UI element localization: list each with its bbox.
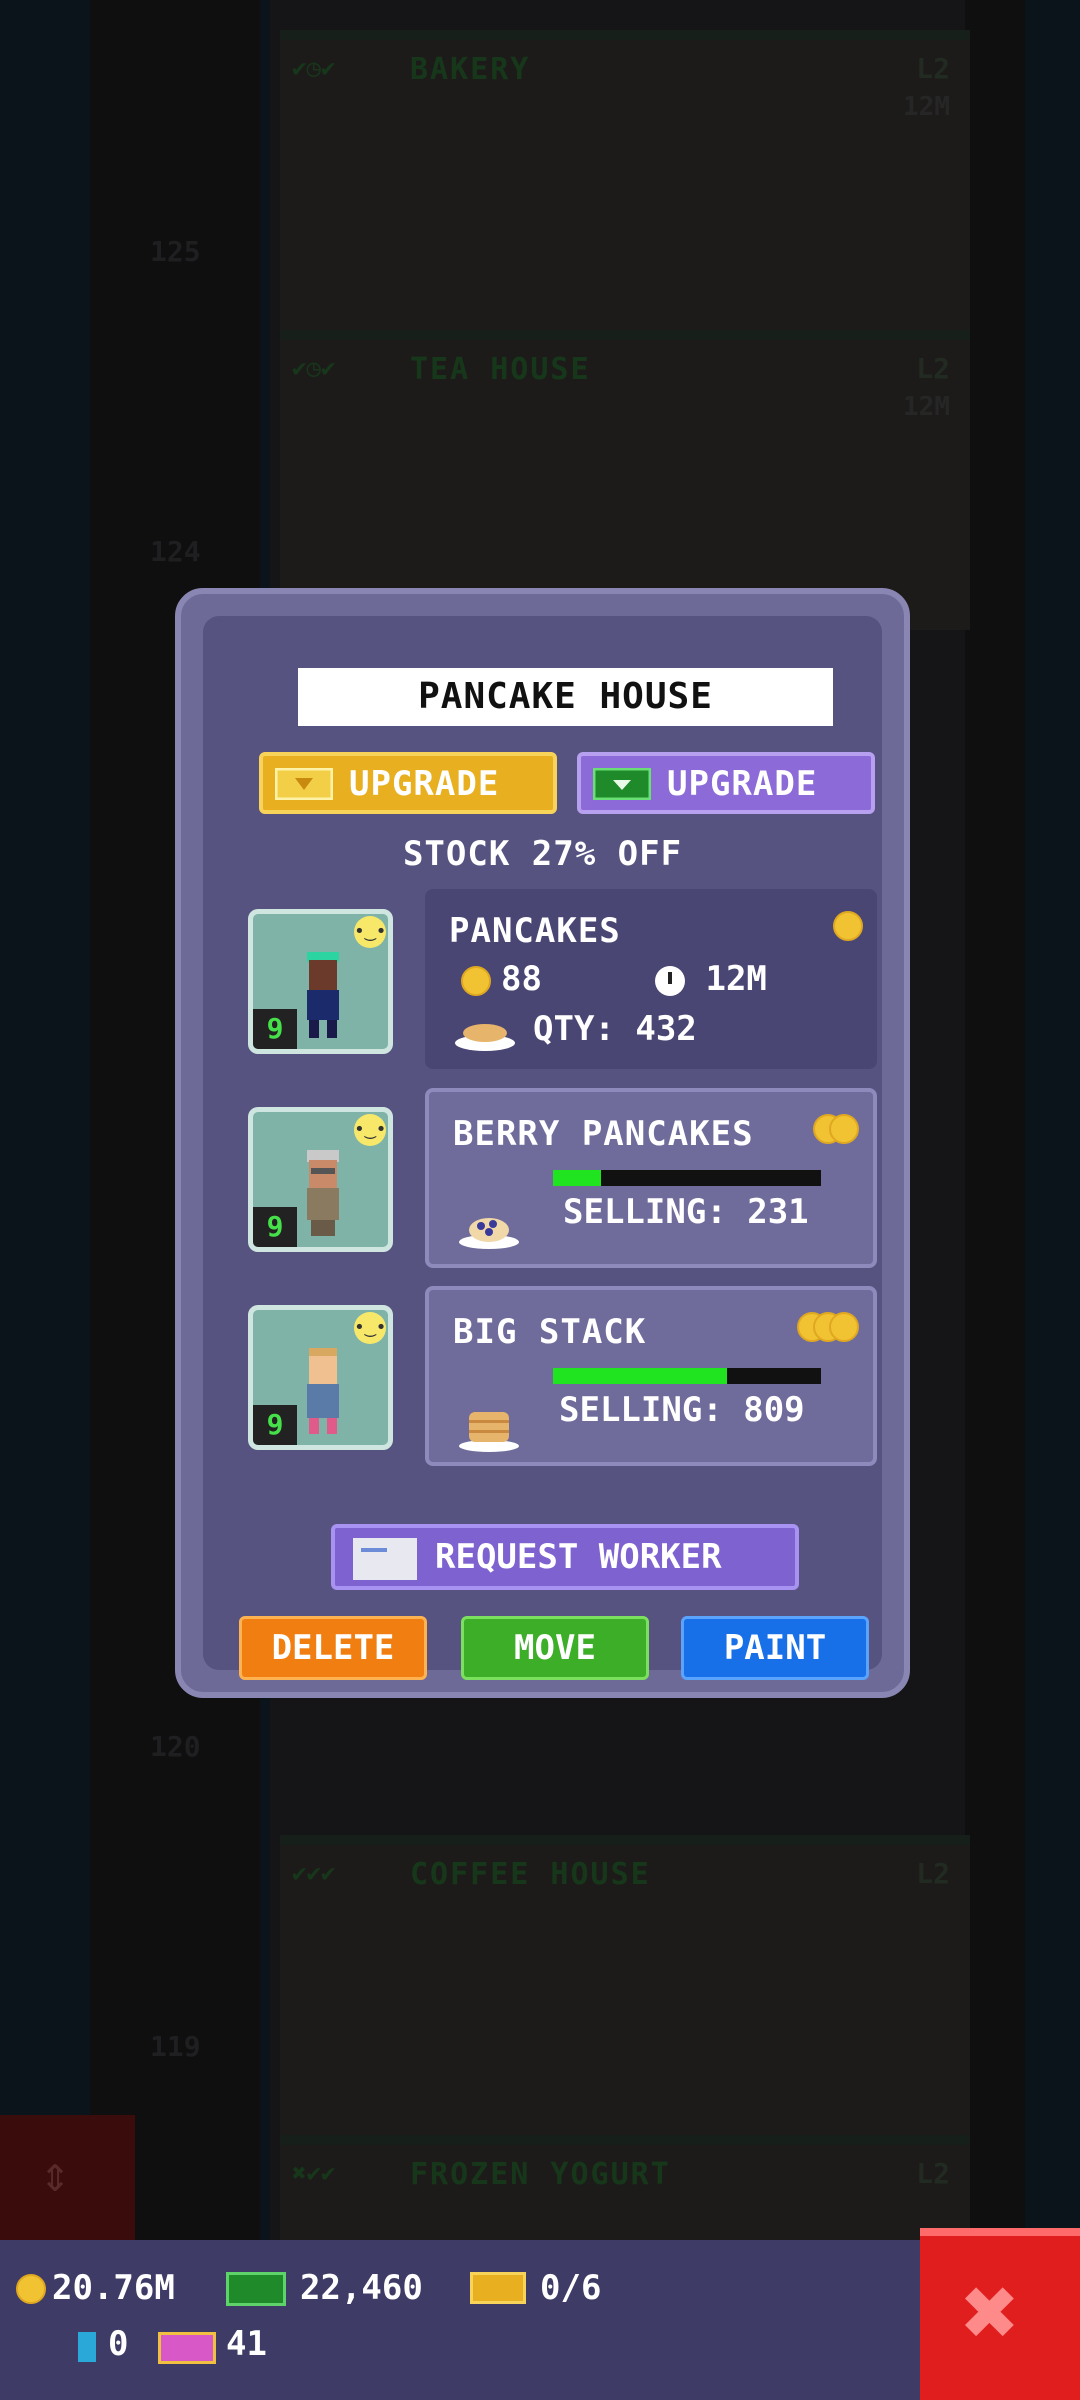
upgrade-gold-button[interactable]: UPGRADE (259, 752, 557, 814)
coin-icon (829, 1114, 859, 1144)
coin-icon (829, 1312, 859, 1342)
pancake-stack-icon (459, 1412, 519, 1452)
floor-name-input[interactable]: PANCAKE HOUSE (298, 668, 833, 726)
worker-sprite (307, 952, 339, 1038)
worker-level: 9 (253, 1405, 297, 1445)
cash-value: 22,460 (300, 2268, 423, 2308)
cash-icon (226, 2272, 286, 2306)
bux-card-icon (78, 2332, 96, 2362)
request-worker-label: REQUEST WORKER (435, 1537, 722, 1577)
mood-neutral-icon: •‿• (354, 1114, 387, 1146)
vip-value: 41 (226, 2324, 267, 2364)
product-time-value: 12M (705, 959, 767, 999)
cash-bill-icon (593, 768, 651, 800)
delete-button[interactable]: DELETE (239, 1616, 427, 1680)
product-tier-coins (833, 911, 863, 945)
up-down-arrows-icon: ⇕ (40, 2145, 71, 2203)
selling-progress-fill (553, 1368, 728, 1384)
coins-value: 20.76M (52, 2268, 175, 2308)
selling-progress-fill (553, 1170, 602, 1186)
elevator-scroll-button[interactable]: ⇕ (0, 2115, 135, 2240)
stock-discount-text: STOCK 27% OFF (402, 834, 683, 874)
upgrade-gold-label: UPGRADE (349, 764, 500, 804)
dialog-panel: PANCAKE HOUSE UPGRADE UPGRADE STOCK 27% … (203, 616, 882, 1680)
selling-progress-bar (553, 1368, 821, 1384)
product-cost: 88 (461, 959, 542, 999)
close-button[interactable]: ✖ (920, 2228, 1080, 2400)
pancake-icon (455, 1024, 515, 1051)
worker-avatar-2[interactable]: •‿• 9 (248, 1107, 393, 1252)
move-button[interactable]: MOVE (461, 1616, 649, 1680)
product-name: BERRY PANCAKES (453, 1114, 754, 1154)
upgrade-cash-button[interactable]: UPGRADE (577, 752, 875, 814)
product-pancakes[interactable]: PANCAKES 88 12M QTY: 432 (425, 889, 877, 1069)
golden-ticket-icon (275, 768, 333, 800)
close-x-icon: ✖ (962, 2256, 1020, 2368)
resource-bar: 20.76M 22,460 0/6 0 41 (0, 2240, 1080, 2400)
paint-button[interactable]: PAINT (681, 1616, 869, 1680)
mood-neutral-icon: •‿• (354, 1312, 387, 1344)
product-big-stack[interactable]: BIG STACK SELLING: 809 (425, 1286, 877, 1466)
product-quantity: QTY: 432 (533, 1009, 697, 1049)
product-tier-coins (813, 1114, 859, 1148)
selling-count: SELLING: 809 (559, 1390, 805, 1430)
coin-icon (16, 2274, 46, 2304)
clock-icon (655, 965, 685, 996)
worker-sprite (307, 1150, 339, 1236)
product-name: BIG STACK (453, 1312, 647, 1352)
selling-count: SELLING: 231 (563, 1192, 809, 1232)
worker-avatar-1[interactable]: •‿• 9 (248, 909, 393, 1054)
selling-progress-bar (553, 1170, 821, 1186)
golden-ticket-icon (470, 2272, 526, 2304)
upgrade-cash-label: UPGRADE (667, 764, 818, 804)
product-berry-pancakes[interactable]: BERRY PANCAKES SELLING: 231 (425, 1088, 877, 1268)
mood-neutral-icon: •‿• (354, 916, 387, 948)
bux-cards-value: 0 (108, 2324, 129, 2364)
product-tier-coins (797, 1312, 859, 1346)
coin-icon (833, 911, 863, 941)
worker-level: 9 (253, 1009, 297, 1049)
worker-level: 9 (253, 1207, 297, 1247)
product-cost-value: 88 (501, 959, 542, 999)
coin-icon (461, 965, 491, 996)
worker-avatar-3[interactable]: •‿• 9 (248, 1305, 393, 1450)
floor-dialog: PANCAKE HOUSE UPGRADE UPGRADE STOCK 27% … (175, 588, 910, 1698)
vip-ticket-icon (158, 2332, 216, 2364)
product-time: 12M (655, 959, 767, 999)
golden-tickets-value: 0/6 (540, 2268, 602, 2308)
worker-sprite (307, 1348, 339, 1434)
request-worker-button[interactable]: REQUEST WORKER (331, 1524, 799, 1590)
product-name: PANCAKES (449, 911, 621, 951)
berry-pancake-icon (459, 1218, 519, 1249)
envelope-icon (353, 1538, 417, 1580)
